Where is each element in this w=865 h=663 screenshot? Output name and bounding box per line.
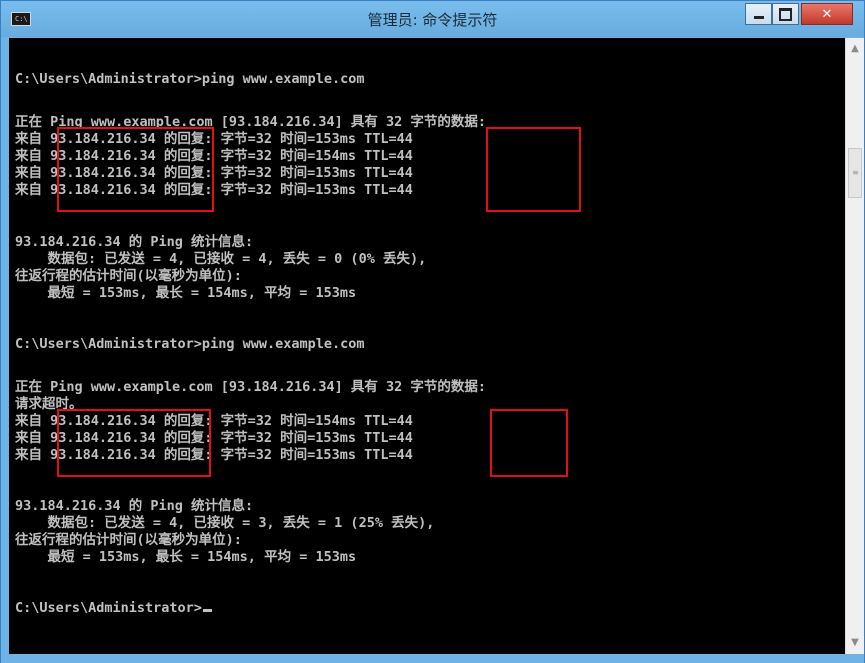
ip-highlight-box [57,409,211,477]
scroll-up-arrow-icon[interactable]: ▲ [846,40,864,58]
window-title: 管理员: 命令提示符 [367,11,498,29]
console-line: C:\Users\Administrator>ping www.example.… [15,71,365,87]
console-line: 正在 Ping www.example.com [93.184.216.34] … [15,379,486,395]
console-line: 往返行程的估计时间(以毫秒为单位): [15,268,242,284]
console-line: 93.184.216.34 的 Ping 统计信息: [15,498,254,514]
console-line: 93.184.216.34 的 Ping 统计信息: [15,234,254,250]
console-line: 数据包: 已发送 = 4, 已接收 = 3, 丢失 = 1 (25% 丢失), [15,515,435,531]
console-line: 最短 = 153ms, 最长 = 154ms, 平均 = 153ms [15,549,357,565]
ip-highlight-box [57,127,214,212]
ttl-highlight-box [486,127,581,212]
console-line: 往返行程的估计时间(以毫秒为单位): [15,532,242,548]
window-bottom-border [1,654,864,663]
minimize-button[interactable] [745,3,772,25]
console-prompt: C:\Users\Administrator> [15,600,202,616]
maximize-button[interactable] [772,3,799,25]
scroll-thumb[interactable]: ≡ [848,148,862,198]
console-line: 最短 = 153ms, 最长 = 154ms, 平均 = 153ms [15,285,357,301]
console-output[interactable]: C:\Users\Administrator>ping www.example.… [9,38,845,654]
command-prompt-window: C:\ 管理员: 命令提示符 ✕ C:\Users\Administrator>… [0,0,865,663]
console-line: C:\Users\Administrator>ping www.example.… [15,336,365,352]
minimize-icon [753,16,764,19]
vertical-scrollbar[interactable]: ▲ ≡ ▼ [845,38,864,654]
scroll-grip-icon: ≡ [852,168,859,177]
console-line: 数据包: 已发送 = 4, 已接收 = 4, 丢失 = 0 (0% 丢失), [15,251,427,267]
close-button[interactable]: ✕ [801,3,853,25]
text-cursor [202,609,212,612]
console-prompt-line: C:\Users\Administrator> [15,600,212,617]
title-bar[interactable]: C:\ 管理员: 命令提示符 ✕ [1,1,864,37]
close-icon: ✕ [821,6,833,22]
maximize-icon [779,7,792,21]
ttl-highlight-box [490,409,568,477]
scroll-down-arrow-icon[interactable]: ▼ [846,634,864,652]
